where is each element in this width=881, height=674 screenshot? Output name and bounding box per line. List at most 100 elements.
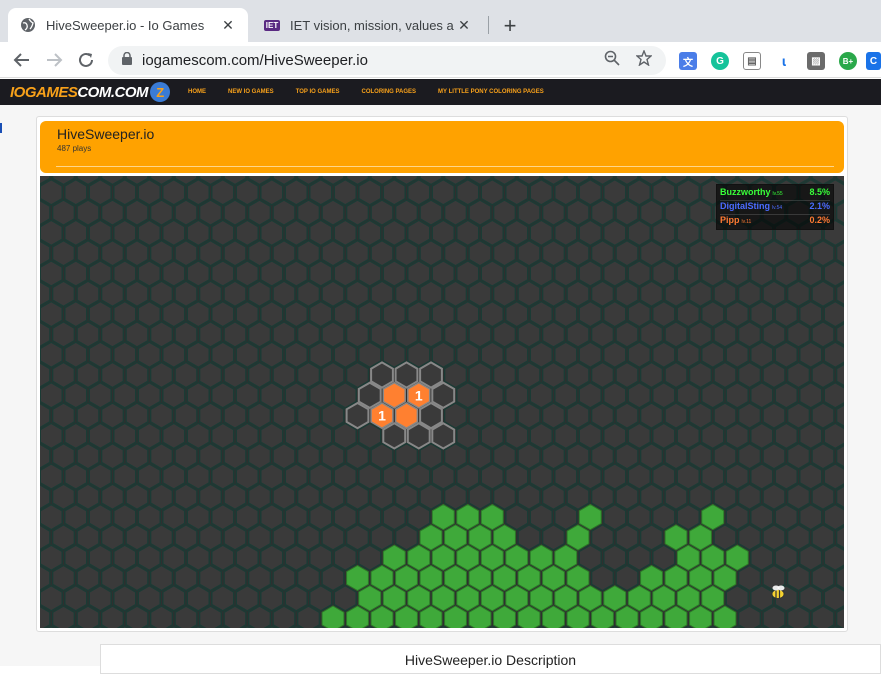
- hex-cell[interactable]: [554, 463, 578, 490]
- hex-cell[interactable]: [51, 483, 76, 511]
- hex-cell[interactable]: [786, 280, 811, 308]
- territory-hex-cell[interactable]: [419, 605, 443, 628]
- hex-cell[interactable]: [492, 361, 517, 389]
- hex-cell[interactable]: [186, 503, 210, 531]
- territory-hex-cell[interactable]: [689, 524, 712, 551]
- hex-cell[interactable]: [443, 361, 468, 389]
- hex-cell[interactable]: [162, 422, 186, 450]
- hex-cell[interactable]: [590, 564, 615, 592]
- hex-cell[interactable]: [272, 605, 296, 628]
- hex-cell[interactable]: [40, 381, 63, 409]
- territory-hex-cell[interactable]: [566, 524, 590, 551]
- hex-cell[interactable]: [566, 361, 590, 389]
- hex-cell[interactable]: [688, 442, 713, 470]
- hex-cell[interactable]: [737, 442, 762, 470]
- hex-cell[interactable]: [443, 280, 468, 308]
- hex-cell[interactable]: [174, 442, 198, 470]
- hex-cell[interactable]: [137, 381, 161, 409]
- hex-cell[interactable]: [419, 483, 443, 511]
- hex-cell[interactable]: [284, 584, 308, 612]
- hex-cell[interactable]: [125, 442, 149, 470]
- hex-cell[interactable]: [725, 503, 749, 531]
- hex-cell[interactable]: [309, 178, 333, 206]
- hex-cell[interactable]: [162, 178, 186, 206]
- hex-cell[interactable]: [174, 605, 198, 628]
- hex-cell[interactable]: [235, 219, 259, 247]
- hex-cell[interactable]: [137, 300, 161, 328]
- hex-cell[interactable]: [725, 381, 749, 409]
- hex-cell[interactable]: [272, 280, 296, 308]
- hex-cell[interactable]: [382, 178, 406, 206]
- hex-cell[interactable]: [529, 463, 553, 490]
- hex-cell[interactable]: [541, 280, 566, 308]
- hex-cell[interactable]: [713, 402, 737, 430]
- hex-cell[interactable]: [113, 260, 137, 287]
- hex-cell[interactable]: [88, 544, 112, 572]
- nav-link-new-io-games[interactable]: NEW IO GAMES: [228, 89, 274, 95]
- hex-cell[interactable]: [823, 422, 844, 450]
- hex-cell[interactable]: [321, 483, 345, 511]
- hex-cell[interactable]: [823, 503, 844, 531]
- hex-cell[interactable]: [443, 483, 468, 511]
- hex-cell[interactable]: [407, 219, 431, 247]
- territory-hex-cell[interactable]: [676, 544, 700, 571]
- hex-cell[interactable]: [786, 564, 811, 592]
- hex-cell[interactable]: [786, 442, 811, 470]
- extension-icon[interactable]: C: [866, 52, 881, 70]
- hex-cell[interactable]: [676, 219, 700, 247]
- hex-cell[interactable]: [76, 280, 100, 308]
- hex-cell[interactable]: [603, 544, 627, 572]
- hex-cell[interactable]: [125, 280, 149, 308]
- document-extension-icon[interactable]: ▤: [743, 52, 761, 70]
- hex-cell[interactable]: [541, 483, 566, 511]
- hex-cell[interactable]: [407, 178, 431, 206]
- hex-cell[interactable]: [272, 402, 296, 430]
- hex-cell[interactable]: [88, 463, 112, 490]
- hex-cell[interactable]: [345, 239, 370, 267]
- hex-cell[interactable]: [492, 239, 517, 267]
- hex-cell[interactable]: [284, 300, 308, 328]
- hex-cell[interactable]: [333, 544, 357, 572]
- hex-cell[interactable]: [40, 544, 63, 572]
- hex-cell[interactable]: [100, 239, 125, 267]
- hex-cell[interactable]: [762, 605, 786, 628]
- hex-cell[interactable]: [162, 463, 186, 490]
- hex-cell[interactable]: [762, 320, 786, 348]
- hex-cell[interactable]: [541, 361, 566, 389]
- hex-cell[interactable]: [211, 381, 235, 409]
- hex-cell[interactable]: [247, 442, 272, 470]
- hex-cell[interactable]: [100, 320, 125, 348]
- hex-cell[interactable]: [174, 361, 198, 389]
- territory-hex-cell[interactable]: [578, 585, 602, 612]
- hex-cell[interactable]: [284, 503, 308, 531]
- hex-cell[interactable]: [88, 219, 112, 247]
- territory-hex-cell[interactable]: [615, 605, 639, 628]
- hex-cell[interactable]: [786, 483, 811, 511]
- hex-cell[interactable]: [688, 239, 713, 267]
- hex-cell[interactable]: [517, 199, 541, 227]
- b-plus-extension-icon[interactable]: B+: [839, 52, 857, 70]
- hex-cell[interactable]: [211, 260, 235, 287]
- border-hex-cell[interactable]: [406, 422, 431, 450]
- hex-cell[interactable]: [88, 422, 112, 450]
- territory-hex-cell[interactable]: [591, 605, 614, 628]
- hex-cell[interactable]: [701, 341, 725, 369]
- nav-link-home[interactable]: HOME: [188, 89, 206, 95]
- hex-cell[interactable]: [713, 523, 737, 551]
- hex-cell[interactable]: [235, 341, 259, 369]
- hex-cell[interactable]: [333, 463, 357, 490]
- hex-cell[interactable]: [603, 381, 627, 409]
- territory-hex-cell[interactable]: [603, 585, 627, 612]
- hex-cell[interactable]: [51, 280, 76, 308]
- hex-cell[interactable]: [664, 320, 688, 348]
- hex-cell[interactable]: [750, 584, 774, 612]
- territory-hex-cell[interactable]: [542, 564, 565, 592]
- hex-cell[interactable]: [247, 605, 272, 628]
- hex-cell[interactable]: [345, 442, 370, 470]
- hex-cell[interactable]: [260, 422, 284, 450]
- hex-cell[interactable]: [382, 341, 406, 369]
- hex-cell[interactable]: [590, 280, 615, 308]
- tab-iet[interactable]: IET IET vision, mission, values and be ✕: [252, 8, 484, 42]
- hex-cell[interactable]: [762, 442, 786, 470]
- hex-cell[interactable]: [566, 442, 590, 470]
